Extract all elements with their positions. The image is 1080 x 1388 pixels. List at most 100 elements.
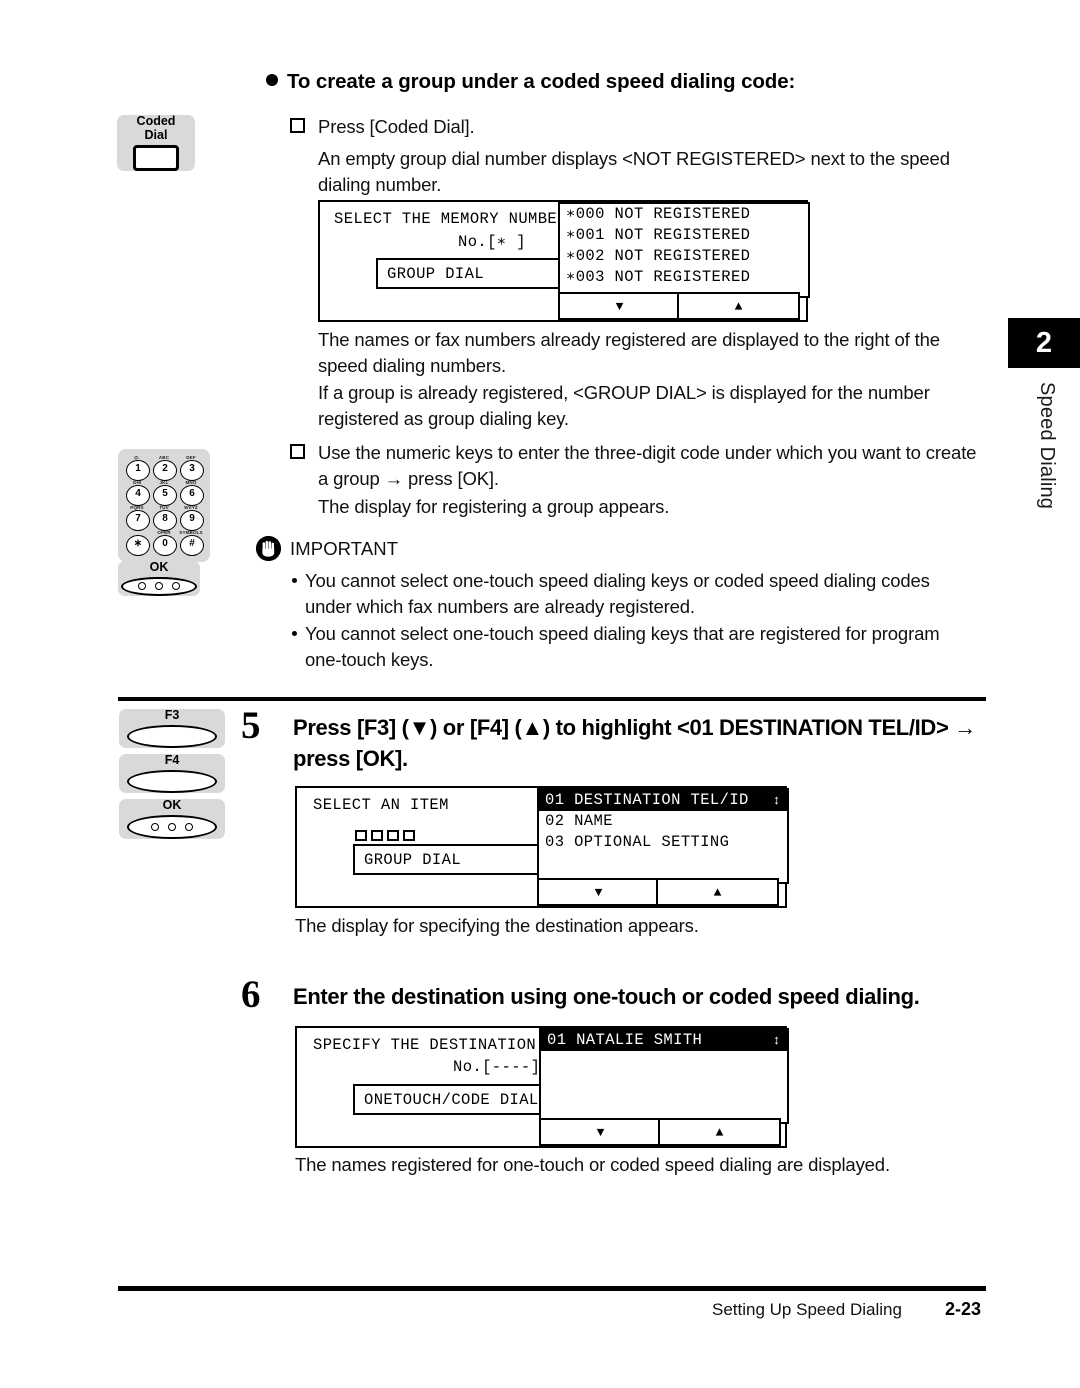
keypad-key-0-main: 0 — [153, 535, 177, 556]
screen3-scroll-up-button[interactable]: ▲ — [658, 1118, 781, 1146]
ok-key-label: OK — [149, 560, 169, 574]
page-subheading-text: To create a group under a coded speed di… — [287, 70, 796, 93]
procedure-item-2-text: Use the numeric keys to enter the three-… — [318, 442, 977, 489]
footer-title: Setting Up Speed Dialing — [712, 1300, 902, 1319]
screen2-scroll-up-button[interactable]: ▲ — [656, 878, 779, 906]
keypad-key-1-main: 1 — [126, 460, 150, 481]
f4-key-illustration: F4 — [119, 753, 225, 793]
rectangular-key-icon — [133, 145, 179, 171]
keypad-key-0: OPER 0 — [152, 530, 177, 556]
scroll-indicator-icon: ↕ — [772, 1033, 781, 1048]
keypad-key-6: MNO 6 — [179, 480, 204, 506]
section-divider — [118, 697, 986, 701]
bullet-dot-icon — [266, 74, 278, 86]
screen3-mode-tag: ONETOUCH/CODE DIAL — [353, 1084, 558, 1115]
section-number: 2 — [1008, 318, 1080, 368]
screen1-title: SELECT THE MEMORY NUMBER — [334, 210, 567, 228]
step-6-text: Enter the destination using one-touch or… — [293, 984, 920, 1009]
f3-key-illustration: F3 — [119, 708, 225, 748]
keypad-key-9-main: 9 — [180, 510, 204, 531]
keypad-key-1: @. 1 — [125, 455, 150, 481]
list-item-selected[interactable]: 01 NATALIE SMITH ↕ — [541, 1030, 787, 1051]
list-item[interactable]: 03 OPTIONAL SETTING — [539, 832, 787, 853]
lcd-screen-specify-destination: SPECIFY THE DESTINATION No.[----] ONETOU… — [295, 1026, 789, 1148]
important-bullet-1: You cannot select one-touch speed dialin… — [292, 568, 970, 619]
screen1-mode-tag: GROUP DIAL — [376, 258, 575, 289]
coded-dial-key-illustration: Coded Dial — [117, 114, 195, 171]
procedure-item-1-note: An empty group dial number displays <NOT… — [318, 148, 950, 195]
keypad-key-2: ABC 2 — [152, 455, 177, 481]
step-6-number: 6 — [241, 973, 261, 1016]
keypad-key-5: JKL 5 — [152, 480, 177, 506]
bullet-point-icon — [292, 631, 297, 636]
checkbox-square-icon — [290, 444, 305, 459]
keypad-row: PQRS 7 TUV 8 WXYZ 9 — [125, 505, 204, 531]
screen1-scroll-down-button[interactable]: ▼ — [558, 292, 681, 320]
ok-key-dots-icon — [138, 582, 180, 591]
coded-dial-key-label-line2: Dial — [144, 127, 168, 142]
procedure-item-1-text: Press [Coded Dial]. — [318, 116, 475, 137]
keypad-key-5-main: 5 — [153, 485, 177, 506]
hand-icon — [256, 536, 281, 561]
keypad-key-8-main: 8 — [153, 510, 177, 531]
screen3-list: 01 NATALIE SMITH ↕ — [539, 1028, 789, 1124]
note-names-displayed: The names or fax numbers already registe… — [318, 329, 940, 376]
ok-key-illustration-2: OK — [119, 798, 225, 839]
keypad-key-7-main: 7 — [126, 510, 150, 531]
screen2-title: SELECT AN ITEM — [313, 796, 449, 814]
page-subheading: To create a group under a coded speed di… — [266, 70, 986, 94]
important-bullet-1-text: You cannot select one-touch speed dialin… — [305, 570, 930, 617]
ok-key-shape-icon-2 — [127, 814, 217, 839]
keypad-key-hash-main: # — [180, 535, 204, 556]
important-callout-header: IMPORTANT — [256, 536, 398, 561]
keypad-key-8: TUV 8 — [152, 505, 177, 531]
list-item[interactable]: ∗001 NOT REGISTERED — [560, 225, 808, 246]
keypad-key-star: ∗ — [125, 530, 150, 556]
screen3-title: SPECIFY THE DESTINATION — [313, 1036, 537, 1054]
note-group-dial-displayed: If a group is already registered, <GROUP… — [318, 382, 930, 429]
step-5-note: The display for specifying the destinati… — [295, 915, 699, 936]
screen2-scroll-down-button[interactable]: ▼ — [537, 878, 660, 906]
important-bullet-2-text: You cannot select one-touch speed dialin… — [305, 623, 940, 670]
keypad-row: GHI 4 JKL 5 MNO 6 — [125, 480, 204, 506]
lcd-screen-select-an-item: SELECT AN ITEM GROUP DIAL 01 DESTINATION… — [295, 786, 789, 908]
list-item-selected[interactable]: 01 DESTINATION TEL/ID ↕ — [539, 790, 787, 811]
important-bullet-2: You cannot select one-touch speed dialin… — [292, 621, 970, 672]
list-item[interactable]: 02 NAME — [539, 811, 787, 832]
step-6: 6 Enter the destination using one-touch … — [241, 975, 1001, 1014]
keypad-key-6-main: 6 — [180, 485, 204, 506]
numeric-keypad-illustration: @. 1 ABC 2 DEF 3 GHI 4 JKL 5 MNO 6 PQRS 7 TUV 8 … — [118, 449, 210, 562]
list-item[interactable]: ∗002 NOT REGISTERED — [560, 246, 808, 267]
ok-key-label-2: OK — [162, 798, 182, 812]
ok-key-dots-icon-2 — [151, 822, 193, 831]
keypad-row: ∗ OPER 0 SYMBOLS # — [125, 530, 204, 556]
footer-divider — [118, 1286, 986, 1291]
list-item[interactable]: ∗000 NOT REGISTERED — [560, 204, 808, 225]
footer-page-number: 2-23 — [945, 1299, 982, 1319]
f4-key-label: F4 — [164, 753, 180, 767]
f3-key-shape-icon — [127, 724, 217, 748]
bullet-point-icon — [292, 578, 297, 583]
ok-key-illustration-1: OK — [118, 560, 200, 596]
keypad-key-3-main: 3 — [180, 460, 204, 481]
coded-dial-key-label-line1: Coded — [136, 114, 176, 128]
step-5: 5 Press [F3] (▼) or [F4] (▲) to highligh… — [241, 706, 991, 774]
checkbox-square-icon — [290, 118, 305, 133]
list-item[interactable]: ∗003 NOT REGISTERED — [560, 267, 808, 288]
keypad-key-7: PQRS 7 — [125, 505, 150, 531]
f3-key-label: F3 — [164, 708, 180, 722]
procedure-item-1: Press [Coded Dial]. — [290, 114, 978, 140]
section-name: Speed Dialing — [1036, 382, 1058, 510]
step-6-note: The names registered for one-touch or co… — [295, 1154, 890, 1175]
screen1-scroll-up-button[interactable]: ▲ — [677, 292, 800, 320]
lcd-screen-select-memory-number: SELECT THE MEMORY NUMBER No.[∗ ] GROUP D… — [318, 200, 810, 322]
procedure-item-2: Use the numeric keys to enter the three-… — [290, 440, 988, 491]
list-item-selected-text: 01 DESTINATION TEL/ID — [545, 791, 749, 809]
screen1-list: ∗000 NOT REGISTERED ∗001 NOT REGISTERED … — [558, 202, 810, 298]
keypad-key-star-main: ∗ — [126, 535, 150, 556]
screen1-subtitle: No.[∗ ] — [458, 233, 526, 251]
screen2-list: 01 DESTINATION TEL/ID ↕ 02 NAME 03 OPTIO… — [537, 788, 789, 884]
step-5-text: Press [F3] (▼) or [F4] (▲) to highlight … — [293, 715, 976, 771]
ok-key-shape-icon — [121, 576, 197, 596]
screen3-scroll-down-button[interactable]: ▼ — [539, 1118, 662, 1146]
